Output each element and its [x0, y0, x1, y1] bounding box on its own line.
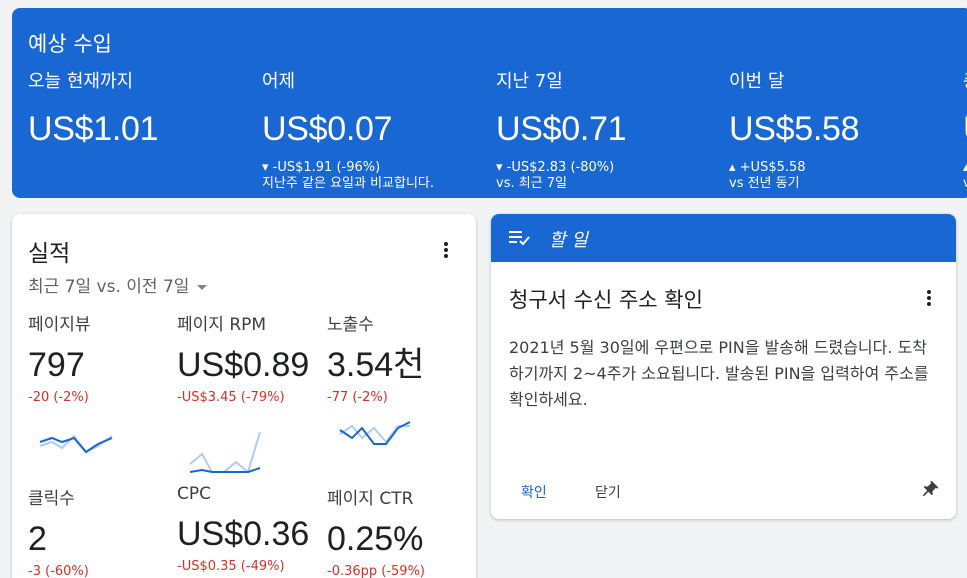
stat-change: -77 (-2%) — [327, 390, 388, 405]
metric-comparison: 지난주 같은 요일과 비교합니다. — [262, 176, 435, 191]
metric-today[interactable]: 오늘 현재까지 US$1.01 — [28, 70, 159, 149]
metric-label: 총 — [963, 70, 967, 94]
sparkline-previous — [339, 424, 410, 444]
stat-value: 3.54천 — [327, 346, 425, 384]
stat-label: 노출수 — [327, 315, 374, 335]
stat-change: -US$3.45 (-79%) — [177, 390, 285, 405]
date-range-label: 최근 7일 vs. 이전 7일 — [28, 277, 190, 297]
stat-change: -0.36pp (-59%) — [327, 564, 426, 578]
metric-total-clipped[interactable]: 총 U ▴ v — [963, 70, 967, 192]
stat-page-ctr[interactable]: 페이지 CTR 0.25% -0.36pp (-59%) — [327, 484, 425, 578]
date-range-dropdown[interactable]: 최근 7일 vs. 이전 7일 — [28, 272, 208, 297]
todo-card: 할 일 청구서 수신 주소 확인 2021년 5월 30일에 우편으로 PIN을… — [491, 214, 956, 519]
impressions-sparkline — [339, 421, 411, 445]
stat-label: CPC — [177, 484, 211, 504]
stat-pageviews[interactable]: 페이지뷰 797 -20 (-2%) — [28, 310, 91, 405]
close-button[interactable]: 닫기 — [595, 482, 621, 502]
stat-page-rpm[interactable]: 페이지 RPM US$0.89 -US$3.45 (-79%) — [177, 310, 309, 405]
metric-comparison: vs. 최근 7일 — [496, 176, 568, 191]
metric-change: ▴ — [963, 160, 967, 175]
metric-comparison: vs 전년 동기 — [729, 176, 800, 191]
metric-change: ▾ -US$2.83 (-80%) — [496, 160, 615, 175]
metric-change: ▴ +US$5.58 — [729, 160, 806, 175]
page-rpm-sparkline — [189, 431, 261, 474]
stat-clicks[interactable]: 클릭수 2 -3 (-60%) — [28, 484, 89, 578]
performance-card: 실적 최근 7일 vs. 이전 7일 페이지뷰 797 -20 (-2%) 페이… — [12, 214, 476, 578]
todo-header: 할 일 — [491, 214, 956, 262]
metric-label: 이번 달 — [729, 71, 785, 92]
sparkline-previous — [189, 431, 261, 474]
metric-comparison: v — [963, 176, 967, 191]
earnings-title: 예상 수입 — [28, 32, 112, 56]
performance-title: 실적 — [28, 241, 71, 267]
pin-icon[interactable] — [919, 480, 939, 500]
metric-this-month[interactable]: 이번 달 US$5.58 ▴ +US$5.58 vs 전년 동기 — [729, 70, 860, 192]
stat-value: 797 — [28, 346, 85, 384]
stat-change: -US$0.35 (-49%) — [177, 559, 285, 574]
metric-value: US$1.01 — [28, 110, 159, 148]
stat-label: 페이지 RPM — [177, 315, 267, 335]
confirm-button[interactable]: 확인 — [521, 482, 547, 502]
metric-value: US$0.07 — [262, 110, 393, 148]
stat-label: 클릭수 — [28, 489, 75, 509]
metric-change: ▾ -US$1.91 (-96%) — [262, 160, 381, 175]
metric-yesterday[interactable]: 어제 US$0.07 ▾ -US$1.91 (-96%) 지난주 같은 요일과 … — [262, 70, 434, 192]
stat-value: US$0.36 — [177, 515, 310, 553]
metric-value: U — [963, 109, 967, 149]
stat-label: 페이지 CTR — [327, 489, 414, 509]
stat-change: -3 (-60%) — [28, 564, 89, 578]
stat-value: 2 — [28, 520, 47, 558]
dropdown-caret-icon — [197, 284, 208, 290]
metric-last-7-days[interactable]: 지난 7일 US$0.71 ▾ -US$2.83 (-80%) vs. 최근 7… — [496, 70, 627, 192]
todo-header-title: 할 일 — [549, 230, 588, 251]
metric-label: 어제 — [262, 71, 296, 92]
more-vert-icon[interactable] — [436, 240, 456, 264]
stat-impressions[interactable]: 노출수 3.54천 -77 (-2%) — [327, 310, 424, 405]
stat-cpc[interactable]: CPC US$0.36 -US$0.35 (-49%) — [177, 484, 309, 574]
metric-label: 오늘 현재까지 — [28, 71, 134, 92]
stat-label: 페이지뷰 — [28, 315, 91, 335]
stat-value: 0.25% — [327, 520, 424, 558]
sparkline-current — [39, 436, 113, 454]
earnings-banner: 예상 수입 오늘 현재까지 US$1.01 어제 US$0.07 ▾ -US$1… — [12, 8, 967, 198]
metric-value: US$5.58 — [729, 110, 860, 148]
metric-value: US$0.71 — [496, 110, 627, 148]
pageviews-sparkline — [39, 434, 113, 454]
metric-label: 지난 7일 — [496, 71, 563, 92]
todo-title: 청구서 수신 주소 확인 — [509, 288, 703, 312]
stat-change: -20 (-2%) — [28, 390, 89, 405]
stat-value: US$0.89 — [177, 346, 310, 384]
todo-body: 2021년 5월 30일에 우편으로 PIN을 발송해 드렸습니다. 도착하기까… — [509, 338, 929, 409]
more-vert-icon[interactable] — [919, 288, 939, 312]
playlist-check-icon — [509, 231, 530, 246]
